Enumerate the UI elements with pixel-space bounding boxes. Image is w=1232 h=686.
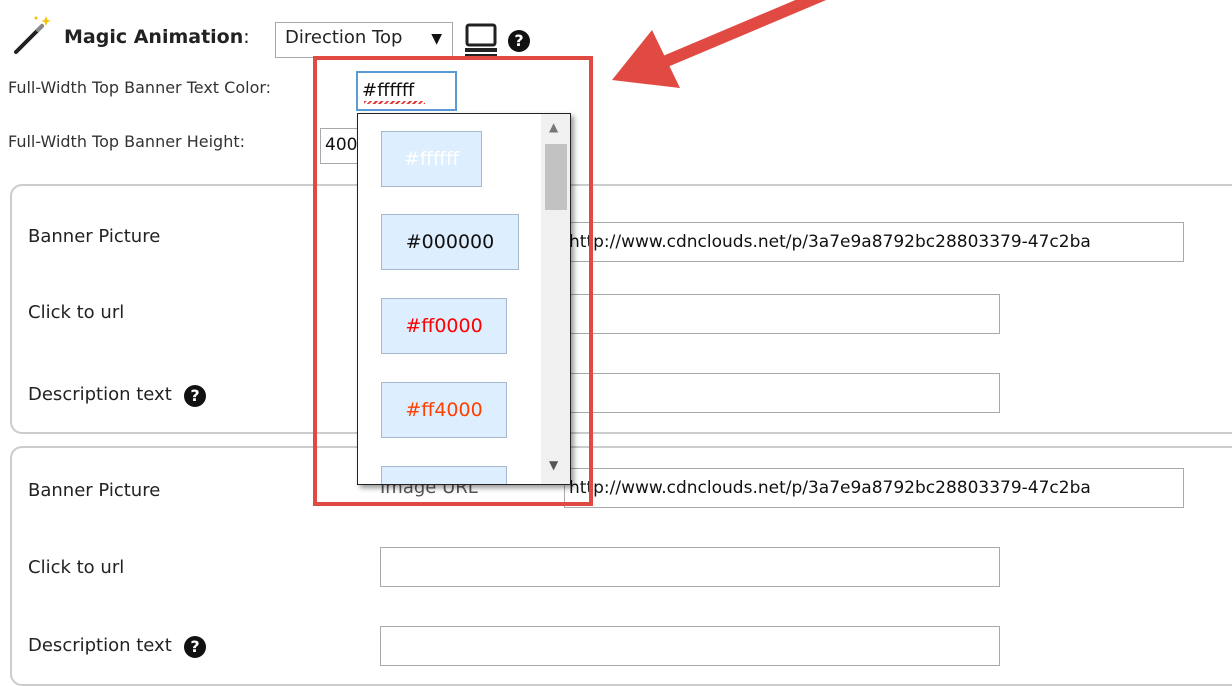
- banner-panel-1: Banner Picture http://www.cdnclouds.net/…: [10, 184, 1232, 434]
- annotation-arrow-icon: [612, 0, 827, 88]
- text-color-label: Full-Width Top Banner Text Color:: [8, 78, 272, 97]
- description-label: Description text: [28, 384, 172, 405]
- description-input[interactable]: [380, 626, 1000, 666]
- scrollbar-thumb[interactable]: [545, 144, 567, 210]
- text-color-input[interactable]: #ffffff: [356, 71, 457, 111]
- banner-picture-label: Banner Picture: [28, 226, 161, 247]
- click-url-label: Click to url: [28, 557, 125, 578]
- banner-panel-2: Banner Picture http://www.cdnclouds.net/…: [10, 446, 1232, 686]
- text-color-value: #ffffff: [362, 80, 415, 101]
- help-icon[interactable]: ?: [508, 30, 530, 52]
- image-url-input[interactable]: http://www.cdnclouds.net/p/3a7e9a8792bc2…: [564, 468, 1184, 508]
- help-icon[interactable]: ?: [184, 636, 206, 658]
- color-option-ffffff[interactable]: #ffffff: [381, 131, 482, 187]
- click-url-label: Click to url: [28, 302, 125, 323]
- monitor-icon[interactable]: [463, 22, 499, 58]
- image-url-input[interactable]: http://www.cdnclouds.net/p/3a7e9a8792bc2…: [564, 222, 1184, 262]
- spellcheck-underline: [364, 101, 425, 104]
- scroll-down-icon[interactable]: ▼: [549, 458, 558, 472]
- color-picker-dropdown[interactable]: #ffffff #000000 #ff0000 #ff4000: [357, 113, 571, 485]
- banner-height-label: Full-Width Top Banner Height:: [8, 132, 245, 151]
- click-url-input[interactable]: [380, 547, 1000, 587]
- animation-select[interactable]: Direction Top ▼: [275, 22, 453, 58]
- banner-picture-label: Banner Picture: [28, 480, 161, 501]
- animation-select-value: Direction Top: [285, 27, 403, 48]
- chevron-down-icon: ▼: [431, 31, 442, 47]
- color-option-ff4000[interactable]: #ff4000: [381, 382, 507, 438]
- magic-animation-label: Magic Animation:: [64, 26, 250, 48]
- color-option-ff0000[interactable]: #ff0000: [381, 298, 507, 354]
- magic-wand-icon: [14, 16, 51, 54]
- description-label: Description text: [28, 635, 172, 656]
- help-icon[interactable]: ?: [184, 385, 206, 407]
- color-option-partial[interactable]: [381, 466, 507, 484]
- scroll-up-icon[interactable]: ▲: [549, 120, 558, 134]
- color-option-000000[interactable]: #000000: [381, 214, 519, 270]
